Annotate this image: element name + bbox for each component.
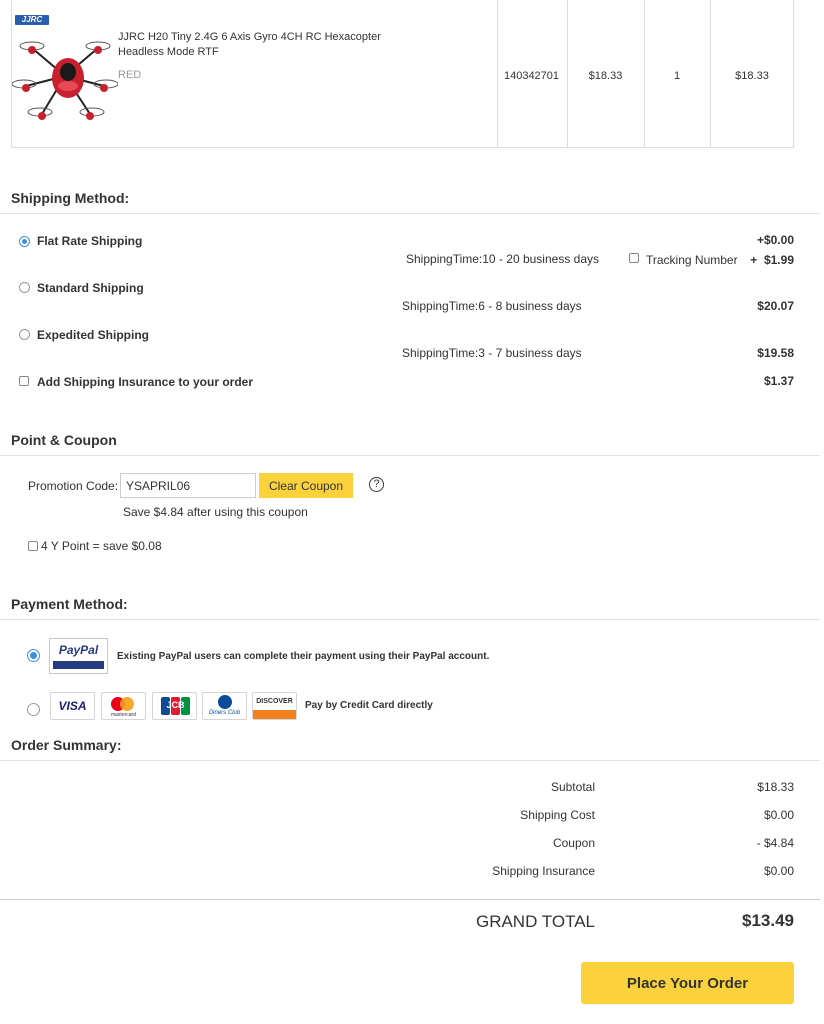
diners-club-logo: Diners Club: [202, 692, 247, 720]
discover-orange-band: [253, 710, 296, 719]
expedited-price: $19.58: [757, 346, 794, 360]
promotion-code-label: Promotion Code:: [28, 479, 119, 493]
flat-rate-price: +$0.00: [756, 233, 794, 247]
help-icon[interactable]: ?: [369, 477, 384, 492]
product-line-total: $18.33: [735, 70, 769, 82]
paypal-logo[interactable]: PayPal: [49, 638, 108, 674]
standard-time: ShippingTime:6 - 8 business days: [402, 299, 582, 313]
shipping-cost-label: Shipping Cost: [520, 808, 595, 822]
divider: [0, 213, 820, 214]
clear-coupon-button[interactable]: Clear Coupon: [259, 473, 353, 498]
jcb-text: JCB: [166, 700, 185, 710]
radio-standard[interactable]: [19, 282, 30, 293]
shipping-insurance-checkbox[interactable]: [19, 376, 29, 386]
diners-club-text: Diners Club: [208, 710, 241, 716]
mastercard-logo: mastercard: [101, 692, 146, 720]
coupon-value: - $4.84: [756, 836, 794, 850]
radio-paypal[interactable]: [27, 649, 40, 662]
jcb-logo: JCB: [152, 692, 197, 720]
radio-credit-card[interactable]: [27, 703, 40, 716]
coupon-savings-text: Save $4.84 after using this coupon: [123, 505, 308, 519]
product-quantity: 1: [673, 70, 681, 82]
paypal-description: Existing PayPal users can complete their…: [117, 651, 490, 662]
diners-club-circle: [218, 695, 232, 709]
discover-logo: DISCOVER: [252, 692, 297, 720]
shipping-insurance-price: $1.37: [763, 374, 794, 388]
shipping-method-title: Shipping Method:: [11, 190, 130, 206]
mastercard-orange-circle: [120, 697, 134, 711]
standard-label[interactable]: Standard Shipping: [37, 281, 144, 295]
expedited-label[interactable]: Expedited Shipping: [37, 328, 149, 342]
tracking-number-price: + $1.99: [750, 253, 794, 267]
product-name-line-2[interactable]: Headless Mode RTF: [118, 46, 219, 58]
coupon-label: Coupon: [552, 836, 595, 850]
order-summary-title: Order Summary:: [11, 737, 122, 753]
expedited-time: ShippingTime:3 - 7 business days: [402, 346, 582, 360]
y-point-label[interactable]: 4 Y Point = save $0.08: [41, 539, 162, 553]
tracking-number-checkbox[interactable]: [629, 253, 639, 263]
paypal-stripe: [53, 661, 104, 669]
paypal-wordmark: PayPal: [58, 643, 99, 657]
divider: [0, 899, 820, 900]
point-coupon-title: Point & Coupon: [11, 432, 117, 448]
flat-rate-label[interactable]: Flat Rate Shipping: [37, 234, 142, 248]
flat-rate-time: ShippingTime:10 - 20 business days: [406, 252, 599, 266]
divider: [0, 455, 820, 456]
standard-price: $20.07: [757, 299, 794, 313]
subtotal-label: Subtotal: [550, 780, 595, 794]
visa-text: VISA: [58, 699, 87, 713]
tracking-number-label[interactable]: Tracking Number: [646, 253, 738, 267]
visa-logo: VISA: [50, 692, 95, 720]
discover-text: DISCOVER: [256, 698, 293, 705]
place-order-button[interactable]: Place Your Order: [581, 962, 794, 1004]
shipping-insurance-label[interactable]: Add Shipping Insurance to your order: [37, 375, 253, 389]
grand-total-label: GRAND TOTAL: [475, 912, 595, 931]
shipping-insurance-summary-value: $0.00: [763, 864, 794, 878]
product-unit-price: $18.33: [588, 70, 623, 82]
drone-product-image: [12, 41, 118, 120]
shipping-insurance-summary-label: Shipping Insurance: [492, 864, 595, 878]
grand-total-value: $13.49: [742, 911, 794, 930]
product-name-line-1[interactable]: JJRC H20 Tiny 2.4G 6 Axis Gyro 4CH RC He…: [118, 31, 381, 43]
shipping-cost-value: $0.00: [763, 808, 794, 822]
subtotal-value: $18.33: [757, 780, 794, 794]
radio-expedited[interactable]: [19, 329, 30, 340]
radio-flat-rate[interactable]: [19, 236, 30, 247]
jjrc-logo: JJRC: [15, 15, 49, 25]
product-color: RED: [118, 69, 142, 81]
divider: [0, 760, 820, 761]
mastercard-text: mastercard: [110, 712, 136, 718]
product-sku: 140342701: [503, 70, 560, 82]
y-point-checkbox[interactable]: [28, 541, 38, 551]
promotion-code-input[interactable]: [120, 473, 256, 498]
payment-method-title: Payment Method:: [11, 596, 128, 612]
divider: [0, 619, 820, 620]
credit-card-description: Pay by Credit Card directly: [305, 700, 433, 711]
